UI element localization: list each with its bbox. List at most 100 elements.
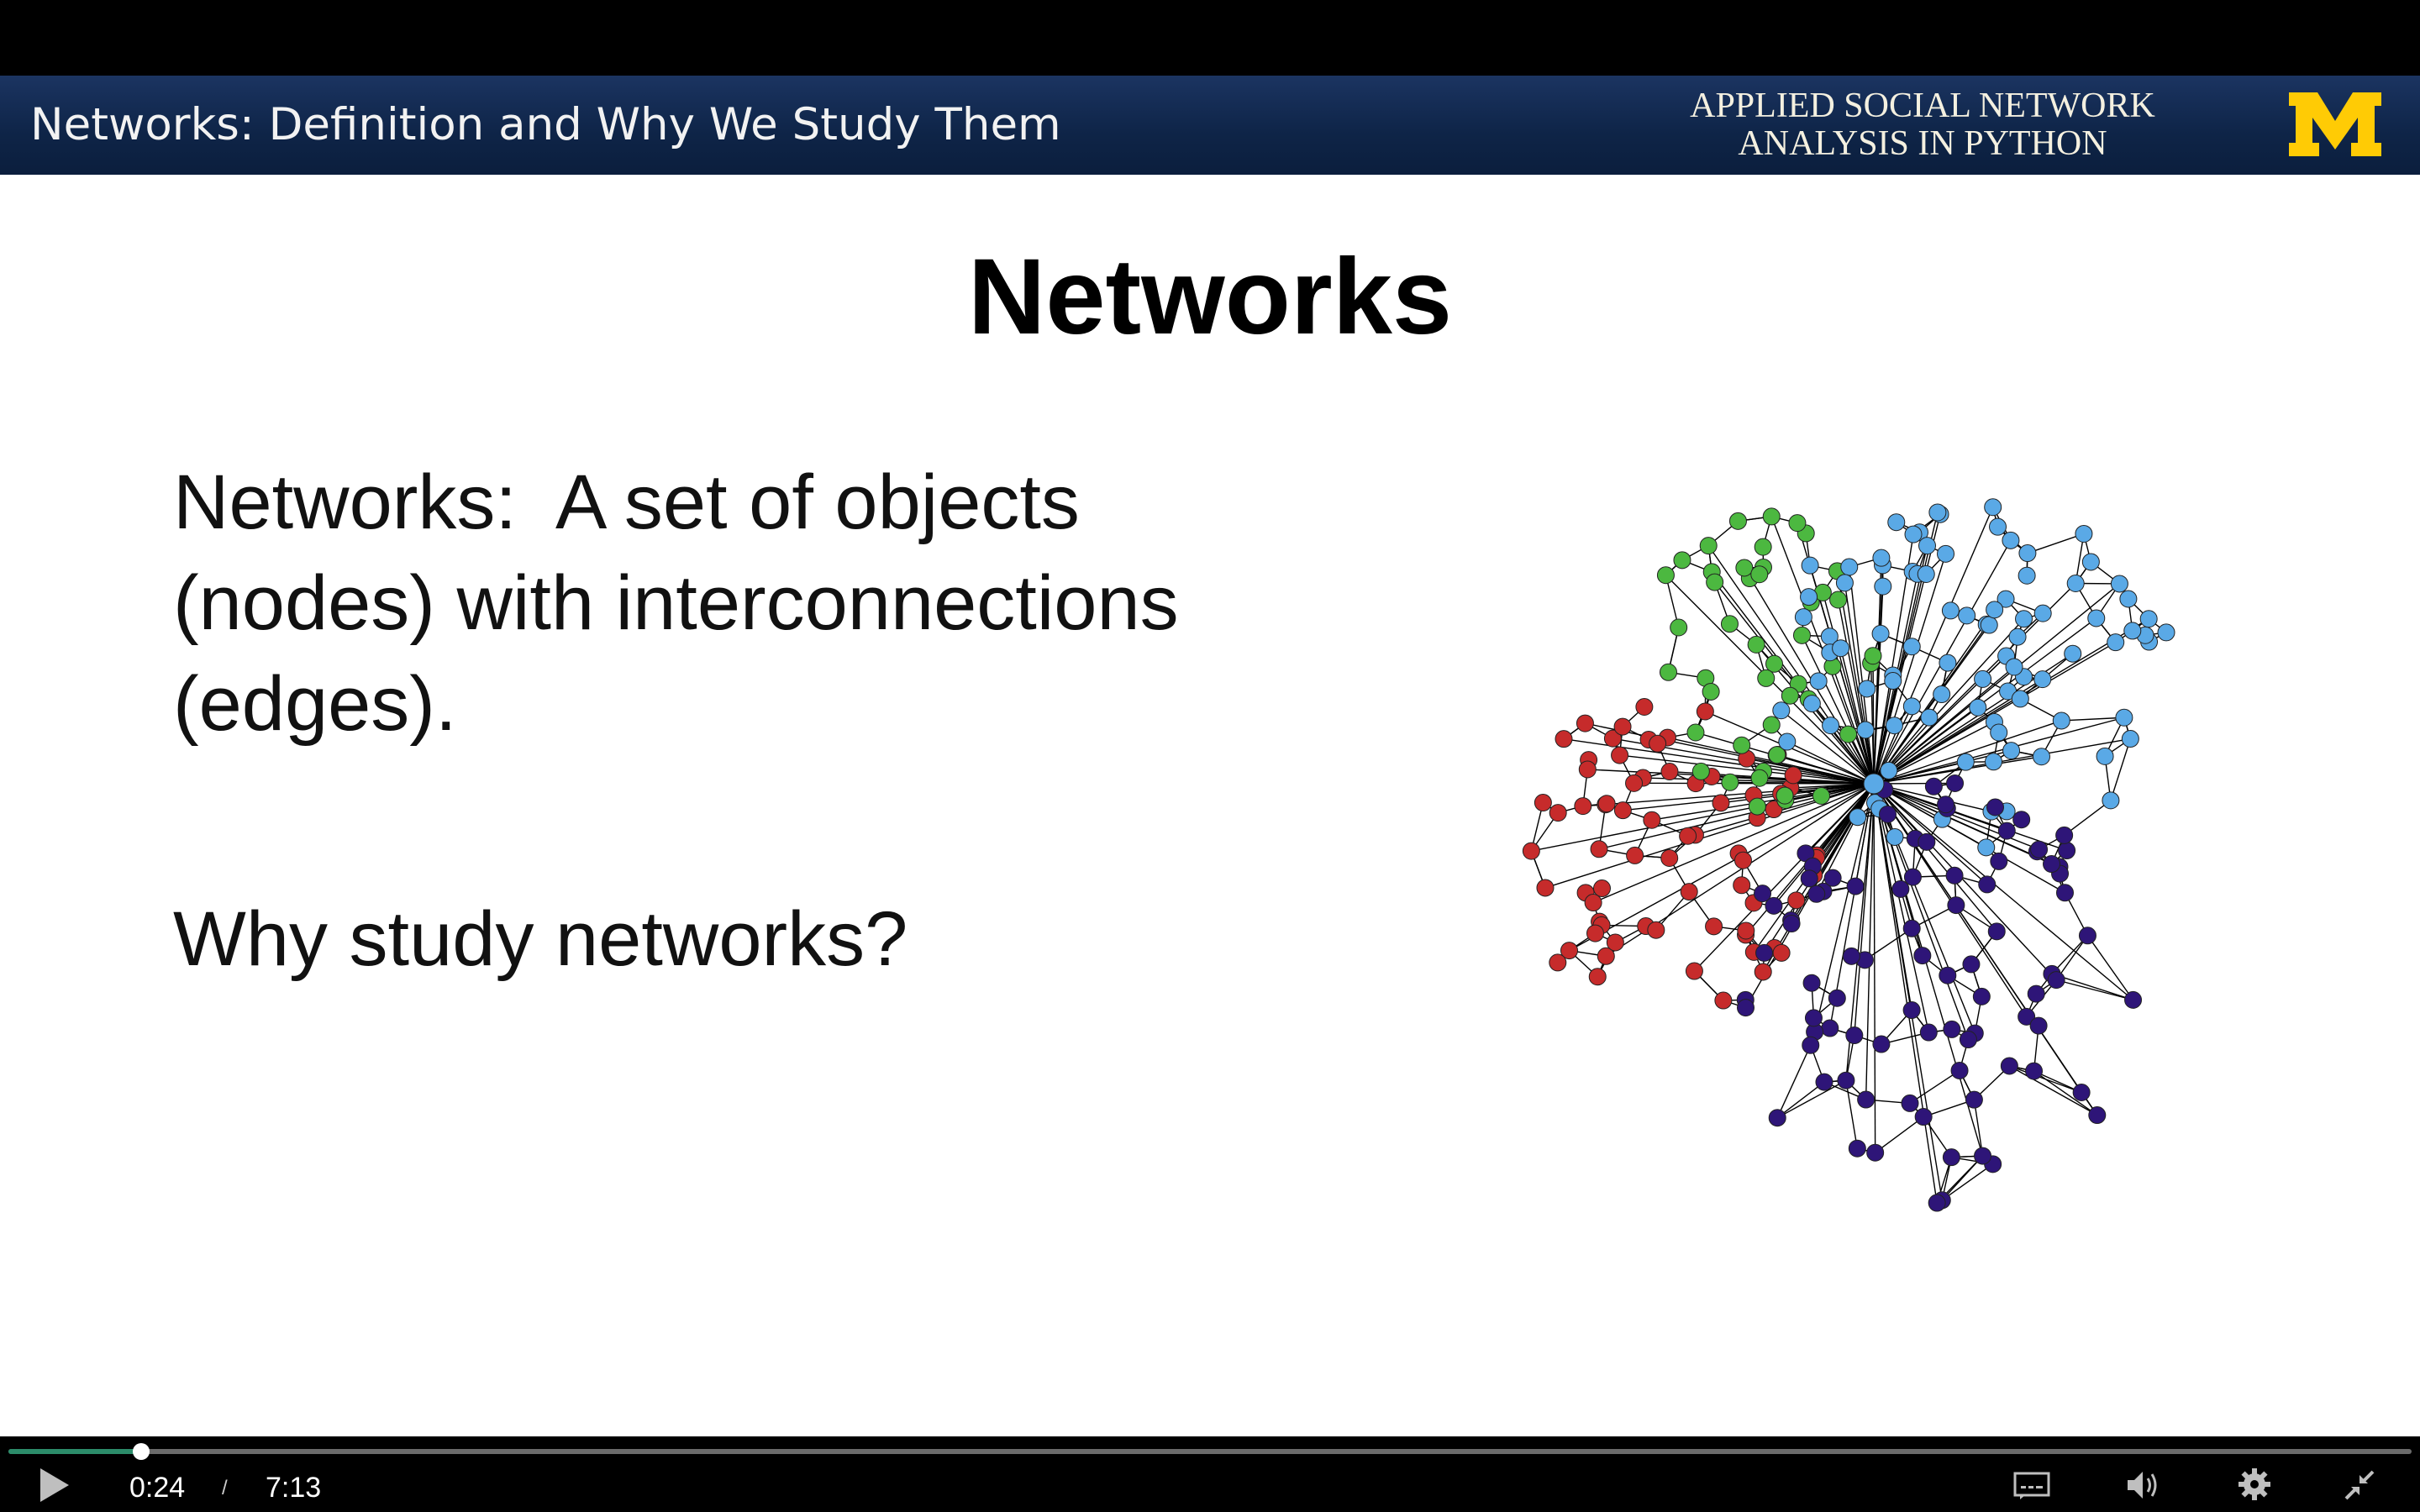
graph-node bbox=[1874, 577, 1892, 596]
graph-node bbox=[2087, 609, 2106, 627]
graph-node bbox=[1699, 537, 1718, 555]
graph-node bbox=[1914, 1108, 1933, 1126]
graph-node bbox=[1586, 924, 1605, 942]
graph-node bbox=[1626, 846, 1644, 864]
graph-hub-edge bbox=[1872, 655, 1875, 785]
graph-node bbox=[1625, 774, 1644, 792]
graph-edge bbox=[2027, 533, 2085, 554]
graph-node bbox=[1864, 647, 1882, 665]
graph-node bbox=[1942, 1148, 1960, 1167]
settings-gear-icon[interactable] bbox=[2237, 1467, 2272, 1502]
graph-node bbox=[1903, 868, 1922, 886]
graph-node bbox=[1660, 763, 1679, 781]
network-definition: Networks: A set of objects (nodes) with … bbox=[173, 452, 1392, 754]
graph-node bbox=[1784, 766, 1802, 785]
graph-node bbox=[1823, 869, 1842, 887]
graph-node bbox=[1986, 601, 2004, 619]
graph-node bbox=[1945, 866, 1964, 885]
definition-line-2: (nodes) with interconnections bbox=[173, 560, 1179, 646]
graph-node bbox=[1613, 717, 1632, 736]
graph-node bbox=[1593, 879, 1612, 898]
graph-node bbox=[1737, 921, 1755, 940]
graph-node bbox=[1720, 615, 1739, 633]
graph-node bbox=[1656, 566, 1675, 585]
graph-node bbox=[2029, 1016, 2048, 1035]
graph-node bbox=[2064, 644, 2082, 663]
graph-node bbox=[1712, 794, 1730, 812]
graph-node bbox=[1606, 933, 1624, 952]
graph-node bbox=[1822, 717, 1840, 735]
graph-node bbox=[1918, 537, 1937, 555]
graph-node bbox=[2124, 990, 2143, 1009]
graph-node bbox=[1965, 1090, 1983, 1109]
graph-node bbox=[1839, 725, 1858, 743]
network-graph-illustration bbox=[1522, 498, 2175, 1212]
progress-scrubber-handle[interactable] bbox=[133, 1443, 150, 1460]
graph-node bbox=[1800, 869, 1818, 888]
graph-node bbox=[2032, 748, 2050, 766]
graph-node bbox=[1849, 808, 1867, 827]
graph-node bbox=[1754, 538, 1772, 556]
graph-node bbox=[1891, 879, 1910, 898]
graph-node bbox=[1772, 701, 1791, 720]
graph-node bbox=[1879, 805, 1897, 823]
graph-node bbox=[1754, 963, 1772, 981]
graph-node bbox=[1659, 663, 1677, 681]
graph-node bbox=[1858, 680, 1876, 698]
graph-node bbox=[1733, 736, 1751, 754]
graph-node bbox=[2115, 708, 2133, 727]
lecture-header: Networks: Definition and Why We Study Th… bbox=[0, 76, 2420, 175]
graph-node bbox=[2005, 658, 2023, 676]
graph-node bbox=[1913, 947, 1932, 965]
graph-node bbox=[2055, 884, 2074, 902]
definition-line-3: (edges). bbox=[173, 661, 457, 747]
graph-node bbox=[2033, 604, 2052, 622]
graph-node bbox=[1950, 1061, 1969, 1079]
graph-node bbox=[1902, 919, 1921, 937]
graph-node bbox=[1781, 686, 1799, 705]
why-study-question: Why study networks? bbox=[173, 896, 908, 982]
graph-node bbox=[1706, 573, 1724, 591]
graph-node bbox=[1647, 921, 1665, 939]
graph-node bbox=[1804, 1009, 1823, 1027]
graph-node bbox=[1943, 1020, 1961, 1038]
graph-node bbox=[1679, 827, 1697, 845]
graph-node bbox=[1956, 753, 1975, 771]
graph-node bbox=[1928, 1194, 1946, 1212]
captions-icon[interactable] bbox=[2013, 1472, 2050, 1500]
graph-node bbox=[1917, 564, 1935, 583]
graph-node bbox=[2072, 1084, 2091, 1102]
graph-node bbox=[1611, 746, 1629, 764]
graph-node bbox=[1673, 551, 1691, 570]
graph-node bbox=[1821, 1019, 1839, 1037]
graph-node bbox=[1902, 1001, 1921, 1020]
top-letterbox bbox=[0, 0, 2420, 76]
play-icon[interactable] bbox=[37, 1467, 71, 1504]
graph-node bbox=[1809, 672, 1828, 690]
graph-node bbox=[1972, 987, 1991, 1005]
graph-node bbox=[1802, 695, 1821, 713]
graph-node bbox=[1768, 1109, 1786, 1127]
graph-node bbox=[1733, 851, 1752, 869]
exit-fullscreen-icon[interactable] bbox=[2344, 1470, 2375, 1500]
course-name-line2: ANALYSIS IN PYTHON bbox=[1738, 124, 2107, 163]
graph-node bbox=[1959, 1031, 1977, 1049]
graph-node bbox=[1584, 894, 1602, 912]
graph-node bbox=[1980, 616, 1998, 634]
graph-node bbox=[1549, 804, 1567, 822]
graph-edge bbox=[1845, 1080, 1859, 1149]
graph-node bbox=[2002, 742, 2021, 760]
graph-node bbox=[1802, 1036, 1820, 1054]
graph-node bbox=[1794, 608, 1812, 627]
graph-node bbox=[1736, 999, 1754, 1017]
graph-hub-node bbox=[1863, 773, 1885, 795]
progress-bar[interactable] bbox=[8, 1443, 2412, 1460]
volume-icon[interactable] bbox=[2126, 1468, 2163, 1502]
graph-node bbox=[1920, 708, 1939, 727]
graph-node bbox=[1705, 917, 1723, 936]
graph-node bbox=[1866, 1143, 1885, 1162]
course-name: APPLIED SOCIAL NETWORK ANALYSIS IN PYTHO… bbox=[1670, 87, 2175, 163]
graph-node bbox=[1969, 698, 1987, 717]
lecture-title: Networks: Definition and Why We Study Th… bbox=[30, 99, 1061, 150]
current-time: 0:24 bbox=[129, 1472, 186, 1504]
